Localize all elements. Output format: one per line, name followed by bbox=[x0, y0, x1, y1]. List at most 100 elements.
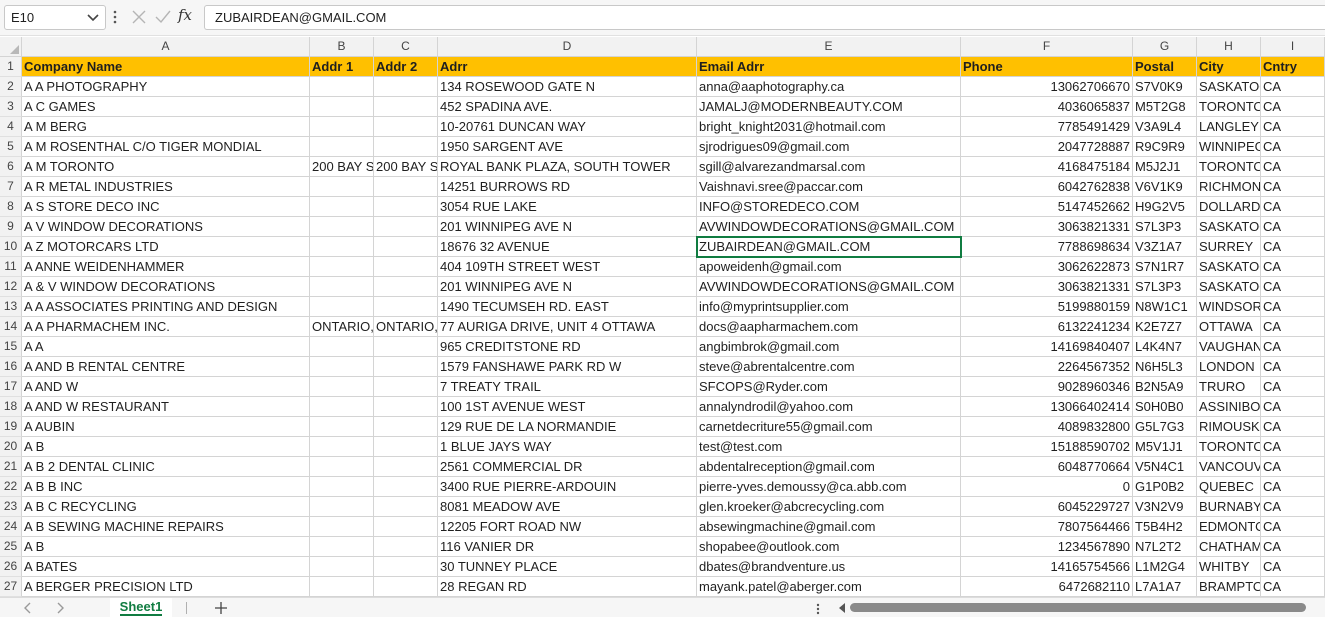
row-header[interactable]: 14 bbox=[0, 317, 22, 337]
city-cell[interactable]: VAUGHAN bbox=[1197, 337, 1261, 357]
email-cell[interactable]: angbimbrok@gmail.com bbox=[697, 337, 961, 357]
addr2-cell[interactable] bbox=[374, 397, 438, 417]
postal-cell[interactable]: R9C9R9 bbox=[1133, 137, 1197, 157]
country-cell[interactable]: CA bbox=[1261, 557, 1325, 577]
addr1-cell[interactable] bbox=[310, 377, 374, 397]
address-cell[interactable]: 7 TREATY TRAIL bbox=[438, 377, 697, 397]
email-cell[interactable]: anna@aaphotography.ca bbox=[697, 77, 961, 97]
addr1-cell[interactable]: 200 BAY ST bbox=[310, 157, 374, 177]
company-name-cell[interactable]: A Z MOTORCARS LTD bbox=[22, 237, 310, 257]
city-cell[interactable]: RIMOUSKI bbox=[1197, 417, 1261, 437]
company-name-cell[interactable]: A B B INC bbox=[22, 477, 310, 497]
postal-cell[interactable]: S0H0B0 bbox=[1133, 397, 1197, 417]
company-name-cell[interactable]: A A ASSOCIATES PRINTING AND DESIGN bbox=[22, 297, 310, 317]
scroll-split-handle-icon[interactable] bbox=[815, 602, 821, 616]
header-cell[interactable]: Addr 1 bbox=[310, 57, 374, 77]
row-header[interactable]: 3 bbox=[0, 97, 22, 117]
addr1-cell[interactable] bbox=[310, 177, 374, 197]
email-cell[interactable]: steve@abrentalcentre.com bbox=[697, 357, 961, 377]
addr2-cell[interactable] bbox=[374, 217, 438, 237]
addr2-cell[interactable] bbox=[374, 357, 438, 377]
row-header[interactable]: 9 bbox=[0, 217, 22, 237]
row-header[interactable]: 4 bbox=[0, 117, 22, 137]
company-name-cell[interactable]: A A PHARMACHEM INC. bbox=[22, 317, 310, 337]
address-cell[interactable]: 129 RUE DE LA NORMANDIE bbox=[438, 417, 697, 437]
column-header-i[interactable]: I bbox=[1261, 37, 1325, 57]
postal-cell[interactable]: V3A9L4 bbox=[1133, 117, 1197, 137]
addr1-cell[interactable] bbox=[310, 97, 374, 117]
email-cell[interactable]: INFO@STOREDECO.COM bbox=[697, 197, 961, 217]
postal-cell[interactable]: N6H5L3 bbox=[1133, 357, 1197, 377]
formula-input[interactable]: ZUBAIRDEAN@GMAIL.COM bbox=[204, 5, 1325, 30]
company-name-cell[interactable]: A AND W RESTAURANT bbox=[22, 397, 310, 417]
postal-cell[interactable]: B2N5A9 bbox=[1133, 377, 1197, 397]
country-cell[interactable]: CA bbox=[1261, 217, 1325, 237]
country-cell[interactable]: CA bbox=[1261, 297, 1325, 317]
country-cell[interactable]: CA bbox=[1261, 97, 1325, 117]
addr1-cell[interactable] bbox=[310, 197, 374, 217]
country-cell[interactable]: CA bbox=[1261, 197, 1325, 217]
addr2-cell[interactable] bbox=[374, 577, 438, 597]
row-header[interactable]: 10 bbox=[0, 237, 22, 257]
address-cell[interactable]: ROYAL BANK PLAZA, SOUTH TOWER bbox=[438, 157, 697, 177]
company-name-cell[interactable]: A B bbox=[22, 437, 310, 457]
column-header-a[interactable]: A bbox=[22, 37, 310, 57]
row-header[interactable]: 15 bbox=[0, 337, 22, 357]
city-cell[interactable]: OTTAWA bbox=[1197, 317, 1261, 337]
phone-cell[interactable]: 7807564466 bbox=[961, 517, 1133, 537]
row-header[interactable]: 26 bbox=[0, 557, 22, 577]
address-cell[interactable]: 1 BLUE JAYS WAY bbox=[438, 437, 697, 457]
postal-cell[interactable]: S7N1R7 bbox=[1133, 257, 1197, 277]
email-cell[interactable]: info@myprintsupplier.com bbox=[697, 297, 961, 317]
phone-cell[interactable]: 4036065837 bbox=[961, 97, 1133, 117]
email-cell[interactable]: absewingmachine@gmail.com bbox=[697, 517, 961, 537]
phone-cell[interactable]: 4089832800 bbox=[961, 417, 1133, 437]
email-cell[interactable]: test@test.com bbox=[697, 437, 961, 457]
phone-cell[interactable]: 2264567352 bbox=[961, 357, 1133, 377]
addr2-cell[interactable] bbox=[374, 437, 438, 457]
addr2-cell[interactable] bbox=[374, 117, 438, 137]
phone-cell[interactable]: 7785491429 bbox=[961, 117, 1133, 137]
company-name-cell[interactable]: A S STORE DECO INC bbox=[22, 197, 310, 217]
header-cell[interactable]: City bbox=[1197, 57, 1261, 77]
addr1-cell[interactable] bbox=[310, 517, 374, 537]
addr2-cell[interactable] bbox=[374, 277, 438, 297]
city-cell[interactable]: EDMONTON bbox=[1197, 517, 1261, 537]
city-cell[interactable]: TORONTO bbox=[1197, 437, 1261, 457]
postal-cell[interactable]: S7V0K9 bbox=[1133, 77, 1197, 97]
column-header-d[interactable]: D bbox=[438, 37, 697, 57]
postal-cell[interactable]: M5J2J1 bbox=[1133, 157, 1197, 177]
address-cell[interactable]: 12205 FORT ROAD NW bbox=[438, 517, 697, 537]
phone-cell[interactable]: 4168475184 bbox=[961, 157, 1133, 177]
phone-cell[interactable]: 3063821331 bbox=[961, 277, 1133, 297]
country-cell[interactable]: CA bbox=[1261, 437, 1325, 457]
addr1-cell[interactable] bbox=[310, 577, 374, 597]
row-header[interactable]: 18 bbox=[0, 397, 22, 417]
company-name-cell[interactable]: A M ROSENTHAL C/O TIGER MONDIAL bbox=[22, 137, 310, 157]
company-name-cell[interactable]: A C GAMES bbox=[22, 97, 310, 117]
city-cell[interactable]: LONDON bbox=[1197, 357, 1261, 377]
column-header-c[interactable]: C bbox=[374, 37, 438, 57]
country-cell[interactable]: CA bbox=[1261, 577, 1325, 597]
city-cell[interactable]: WINNIPEG bbox=[1197, 137, 1261, 157]
row-header[interactable]: 21 bbox=[0, 457, 22, 477]
addr1-cell[interactable] bbox=[310, 457, 374, 477]
chevron-left-icon[interactable] bbox=[22, 601, 34, 615]
postal-cell[interactable]: V6V1K9 bbox=[1133, 177, 1197, 197]
addr2-cell[interactable] bbox=[374, 97, 438, 117]
addr1-cell[interactable] bbox=[310, 437, 374, 457]
city-cell[interactable]: TORONTO bbox=[1197, 97, 1261, 117]
country-cell[interactable]: CA bbox=[1261, 457, 1325, 477]
postal-cell[interactable]: V3Z1A7 bbox=[1133, 237, 1197, 257]
country-cell[interactable]: CA bbox=[1261, 517, 1325, 537]
city-cell[interactable]: DOLLARD-DES-ORMEAUX bbox=[1197, 197, 1261, 217]
horizontal-scrollbar[interactable] bbox=[850, 603, 1306, 612]
addr1-cell[interactable] bbox=[310, 257, 374, 277]
postal-cell[interactable]: T5B4H2 bbox=[1133, 517, 1197, 537]
column-header-h[interactable]: H bbox=[1197, 37, 1261, 57]
address-cell[interactable]: 1490 TECUMSEH RD. EAST bbox=[438, 297, 697, 317]
postal-cell[interactable]: L1M2G4 bbox=[1133, 557, 1197, 577]
email-cell[interactable]: AVWINDOWDECORATIONS@GMAIL.COM bbox=[697, 217, 961, 237]
scroll-left-icon[interactable] bbox=[838, 603, 846, 613]
address-cell[interactable]: 3400 RUE PIERRE-ARDOUIN bbox=[438, 477, 697, 497]
